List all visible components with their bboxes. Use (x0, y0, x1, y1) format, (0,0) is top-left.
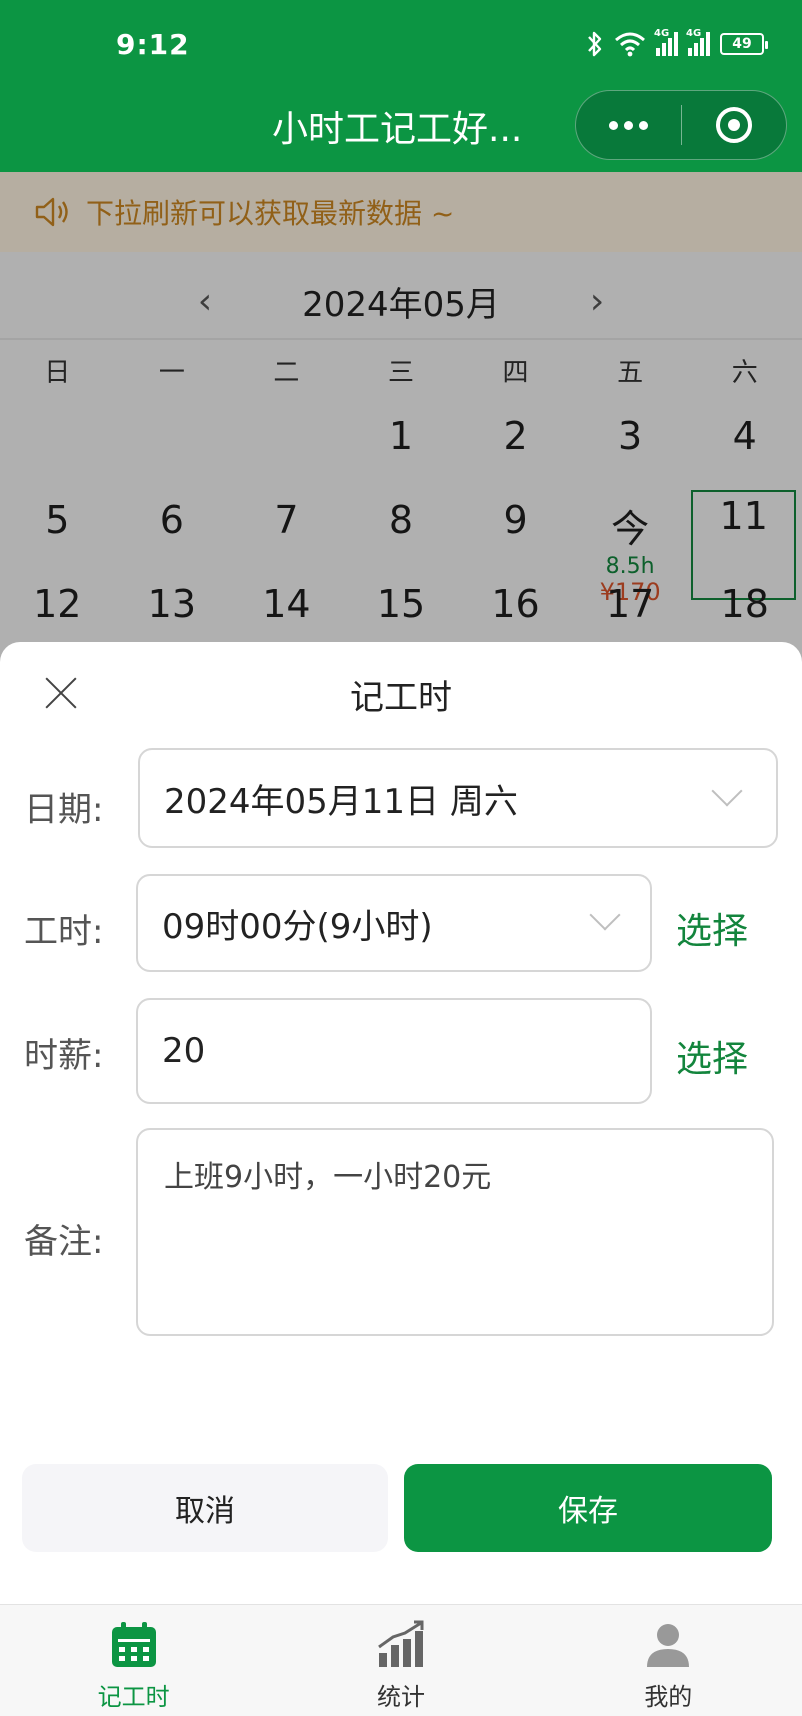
status-time: 9:12 (116, 28, 190, 61)
note-textarea[interactable]: 上班9小时，一小时20元 (136, 1128, 774, 1336)
date-select[interactable]: 2024年05月11日 周六 (138, 748, 778, 848)
signal-icon-2: 4G (686, 28, 710, 56)
wage-input[interactable]: 20 (136, 998, 652, 1104)
tab-statistics[interactable]: 统计 (267, 1605, 534, 1716)
header: 9:12 4G 4G 49 小时工记工好... (0, 0, 802, 172)
note-label: 备注: (24, 1222, 104, 1262)
target-icon (715, 107, 752, 143)
wage-value: 20 (162, 1031, 206, 1071)
hours-label: 工时: (24, 912, 104, 952)
nav-title: 小时工记工好... (272, 109, 523, 150)
hours-select[interactable]: 09时00分(9小时) (136, 874, 652, 972)
network-type: 4G (654, 28, 670, 39)
date-value: 2024年05月11日 周六 (164, 781, 518, 822)
tab-mine[interactable]: 我的 (535, 1605, 802, 1716)
date-label: 日期: (24, 790, 104, 830)
tab-label: 我的 (644, 1683, 693, 1711)
tab-label: 统计 (376, 1683, 425, 1711)
user-icon (647, 1624, 690, 1667)
tab-record-hours[interactable]: 记工时 (0, 1605, 267, 1716)
more-dots-icon (608, 120, 618, 130)
wifi-icon (615, 32, 645, 57)
more-button[interactable] (576, 91, 681, 159)
hours-value: 09时00分(9小时) (162, 906, 433, 947)
tab-bar: 记工时 统计 我的 (0, 1604, 802, 1716)
sheet-title: 记工时 (350, 678, 452, 718)
cancel-button[interactable]: 取消 (22, 1464, 388, 1552)
hours-pick-button[interactable]: 选择 (676, 902, 748, 954)
signal-icon: 4G (654, 28, 678, 56)
record-hours-sheet: 记工时 日期: 2024年05月11日 周六 工时: 09时00分(9小时) 选… (0, 642, 802, 1716)
status-icons: 4G 4G 49 (586, 28, 768, 58)
calendar-icon (111, 1622, 156, 1667)
network-type-2: 4G (686, 28, 702, 39)
bar-chart-icon (378, 1620, 424, 1667)
close-program-button[interactable] (681, 91, 786, 159)
battery-icon: 49 (720, 33, 768, 55)
tab-label: 记工时 (97, 1683, 170, 1711)
save-button[interactable]: 保存 (404, 1464, 772, 1552)
chevron-down-icon (589, 899, 621, 931)
mini-program-capsule (575, 90, 787, 160)
chevron-down-icon (711, 775, 743, 807)
bluetooth-icon (588, 31, 602, 57)
wage-label: 时薪: (24, 1036, 104, 1076)
wage-pick-button[interactable]: 选择 (676, 1030, 748, 1082)
